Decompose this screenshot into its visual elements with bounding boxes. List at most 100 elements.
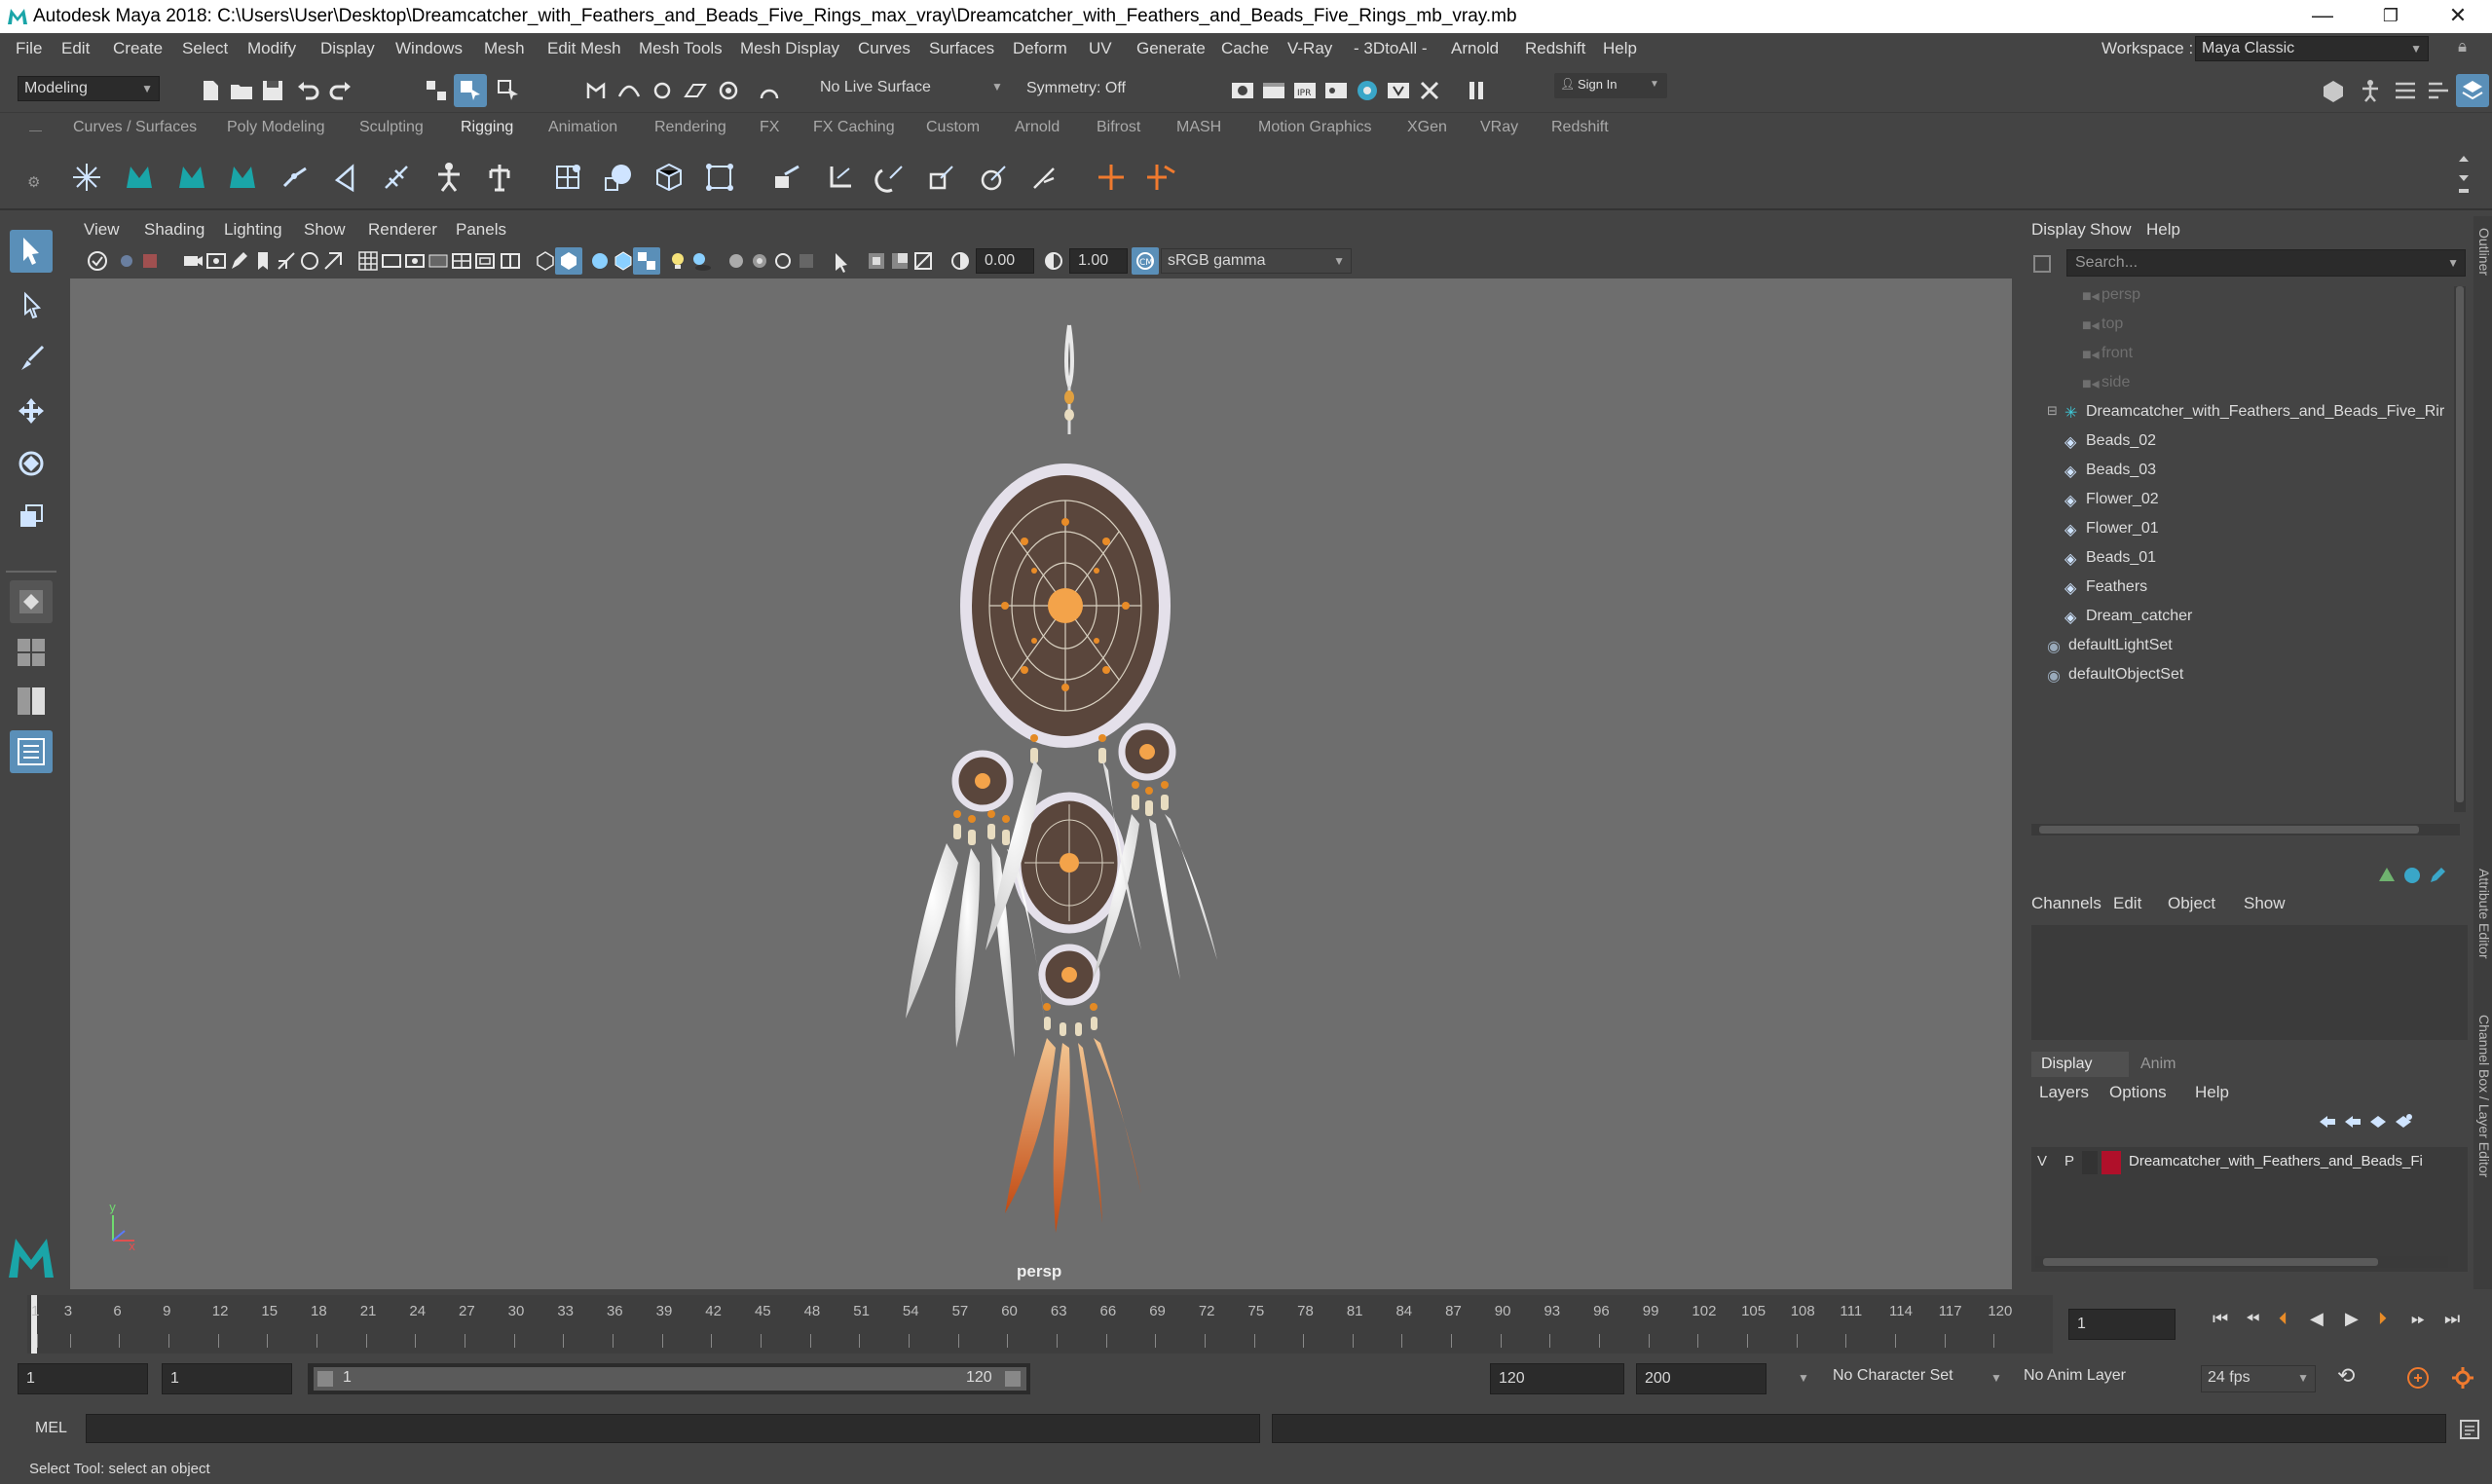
persp-viewport[interactable]: y x persp — [70, 278, 2012, 1289]
anim-layer-label[interactable]: No Anim Layer — [2024, 1367, 2126, 1385]
gamma-field[interactable]: 1.00 — [1069, 248, 1128, 274]
playback-start-field[interactable]: 1 — [162, 1363, 292, 1394]
single-perspective-layout-button[interactable] — [10, 580, 53, 623]
close-button[interactable]: ✕ — [2424, 0, 2492, 33]
step-forward-key-icon[interactable]: ⏩︎ — [2411, 1309, 2425, 1329]
scale-tool-button[interactable] — [10, 495, 53, 538]
camera-track-icon[interactable] — [275, 249, 298, 273]
shelf-options-icon[interactable]: — — [29, 123, 42, 137]
human-ik-icon[interactable] — [175, 161, 208, 194]
four-view-layout-button[interactable] — [10, 631, 53, 674]
save-scene-icon[interactable] — [259, 77, 286, 104]
menu-file[interactable]: File — [16, 39, 42, 58]
menu-surfaces[interactable]: Surfaces — [929, 39, 994, 58]
locator-aim-icon[interactable] — [1145, 161, 1178, 194]
camera-attributes-icon[interactable] — [115, 249, 138, 273]
lasso-tool-button[interactable] — [10, 284, 53, 327]
layer-menu-layers[interactable]: Layers — [2039, 1083, 2089, 1102]
menu-modify[interactable]: Modify — [247, 39, 296, 58]
minimize-button[interactable]: — — [2288, 0, 2357, 33]
tab-arnold[interactable]: Arnold — [1015, 119, 1060, 136]
menu-help[interactable]: Help — [1603, 39, 1637, 58]
new-scene-icon[interactable] — [197, 77, 224, 104]
outliner-item-flower-01[interactable]: ◈ Flower_01 — [2031, 516, 2460, 543]
open-scene-icon[interactable] — [228, 77, 255, 104]
exposure-icon[interactable] — [948, 249, 972, 273]
menu-mesh-tools[interactable]: Mesh Tools — [639, 39, 723, 58]
tab-poly-modeling[interactable]: Poly Modeling — [227, 119, 325, 136]
outliner-layout-button[interactable] — [10, 730, 53, 773]
layer-playback-toggle[interactable]: P — [2064, 1153, 2074, 1169]
command-language-label[interactable]: MEL — [35, 1420, 67, 1437]
channel-menu-edit[interactable]: Edit — [2113, 894, 2141, 913]
snap-to-curve-icon[interactable] — [615, 77, 643, 104]
ipr-render-icon[interactable]: IPR — [1291, 77, 1319, 104]
skeleton-icon[interactable] — [432, 161, 465, 194]
panel-menu-panels[interactable]: Panels — [456, 220, 506, 240]
dreamcatcher-model[interactable]: y x — [70, 278, 2012, 1289]
pole-vector-constraint-icon[interactable] — [1028, 161, 1061, 194]
command-input[interactable] — [86, 1414, 1260, 1443]
panel-menu-show[interactable]: Show — [304, 220, 346, 240]
menu-edit-mesh[interactable]: Edit Mesh — [547, 39, 621, 58]
tab-rendering[interactable]: Rendering — [654, 119, 726, 136]
gate-mask-icon[interactable] — [427, 249, 450, 273]
character-control-icon[interactable] — [226, 161, 259, 194]
outliner-vertical-scrollbar[interactable] — [2454, 286, 2466, 812]
step-back-frame-icon[interactable]: ⏴︎ — [2279, 1309, 2287, 1329]
cluster-icon[interactable] — [703, 161, 736, 194]
camera-dolly-icon[interactable] — [321, 249, 345, 273]
tab-curves-surfaces[interactable]: Curves / Surfaces — [73, 119, 197, 136]
playback-end-field[interactable]: 120 — [1490, 1363, 1624, 1394]
grid-icon[interactable] — [356, 249, 380, 273]
mode-dropdown[interactable]: Modeling ▼ — [18, 76, 160, 101]
go-to-end-icon[interactable]: ⏭︎ — [2444, 1309, 2460, 1329]
resolution-gate-icon[interactable] — [403, 249, 427, 273]
paint-select-tool-button[interactable] — [10, 337, 53, 380]
sign-in-button[interactable]: 👤︎ Sign In ▼ — [1554, 73, 1667, 98]
scrollbar-thumb[interactable] — [2456, 286, 2464, 802]
go-to-start-icon[interactable]: ⏮︎ — [2213, 1309, 2228, 1329]
tool-settings-toggle-icon[interactable] — [2425, 77, 2452, 104]
panel-menu-view[interactable]: View — [84, 220, 120, 240]
aim-constraint-icon[interactable] — [978, 161, 1011, 194]
channel-box-edit-icon[interactable] — [2427, 865, 2448, 886]
layer-visibility-toggle[interactable]: V — [2037, 1153, 2047, 1169]
tab-bifrost[interactable]: Bifrost — [1097, 119, 1140, 136]
outliner-item-group[interactable]: ⊟ ✳︎ Dreamcatcher_with_Feathers_and_Bead… — [2031, 399, 2460, 427]
tab-attribute-editor-vertical[interactable]: Attribute Editor — [2473, 869, 2492, 959]
menu-cache[interactable]: Cache — [1221, 39, 1269, 58]
field-chart-icon[interactable] — [450, 249, 473, 273]
persp-outliner-layout-button[interactable] — [10, 680, 53, 723]
pause-icon[interactable] — [1463, 77, 1490, 104]
menu-generate[interactable]: Generate — [1136, 39, 1206, 58]
use-default-material-icon[interactable] — [588, 249, 612, 273]
symmetry-label[interactable]: Symmetry: Off — [1026, 80, 1126, 97]
play-backwards-icon[interactable]: ◀︎ — [2310, 1309, 2324, 1329]
collapse-icon[interactable]: ⊟ — [2047, 403, 2058, 419]
channel-box-tool-icon[interactable] — [2376, 865, 2398, 886]
vray-render-icon[interactable] — [1385, 77, 1412, 104]
tab-channel-box-vertical[interactable]: Channel Box / Layer Editor — [2473, 1015, 2492, 1177]
wireframe-icon[interactable] — [534, 249, 557, 273]
outliner-item-top[interactable]: ■◂ top — [2031, 312, 2460, 339]
script-editor-icon[interactable] — [2458, 1418, 2481, 1441]
select-by-hierarchy-icon[interactable] — [423, 77, 450, 104]
menu-3dtoall[interactable]: - 3DtoAll - — [1354, 39, 1428, 58]
anti-aliasing-icon[interactable] — [771, 249, 795, 273]
menu-edit[interactable]: Edit — [61, 39, 90, 58]
auto-key-icon[interactable] — [2405, 1365, 2431, 1391]
outliner-item-persp[interactable]: ■◂ persp — [2031, 282, 2460, 310]
tab-animation[interactable]: Animation — [548, 119, 617, 136]
outliner-item-dream-catcher[interactable]: ◈ Dream_catcher — [2031, 604, 2460, 631]
make-live-icon[interactable] — [715, 77, 742, 104]
tab-custom[interactable]: Custom — [926, 119, 980, 136]
lock-icon[interactable]: 🔒︎ — [2458, 37, 2467, 56]
fps-dropdown[interactable]: 24 fps ▼ — [2201, 1365, 2316, 1392]
outliner-filter-icon[interactable] — [2031, 253, 2053, 275]
animation-preferences-icon[interactable] — [2450, 1365, 2475, 1391]
animation-end-field[interactable]: 200 — [1636, 1363, 1767, 1394]
textured-button[interactable] — [633, 247, 660, 275]
wire-deformer-icon[interactable] — [652, 161, 686, 194]
xray-icon[interactable] — [865, 249, 888, 273]
